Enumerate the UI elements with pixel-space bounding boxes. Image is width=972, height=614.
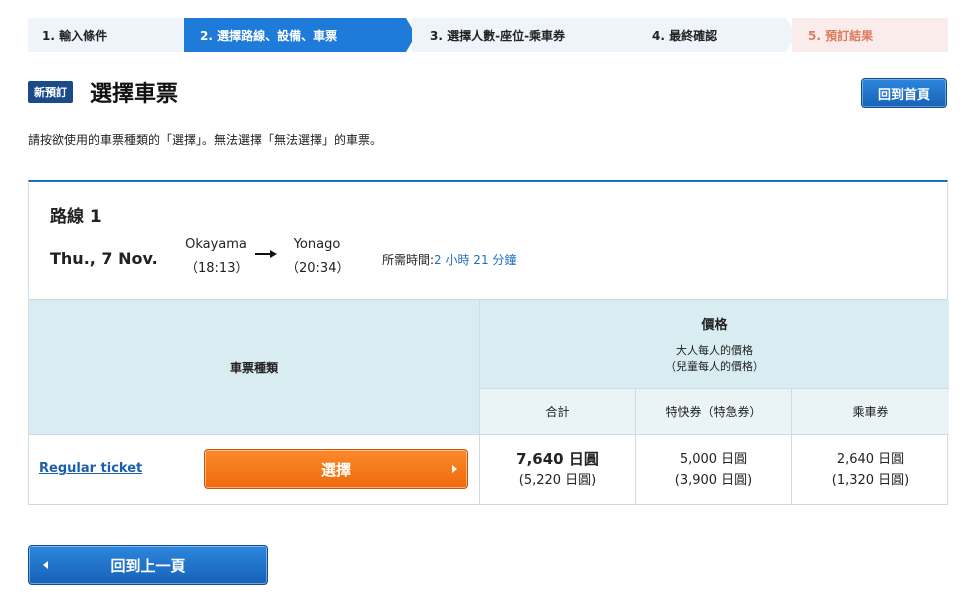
step-label: 5. 預訂結果 [808,28,874,43]
basic-child-price: (1,320 日圓) [831,473,910,488]
ticket-type-header-label: 車票種類 [229,360,278,375]
instruction-text: 請按欲使用的車票種類的「選擇」。無法選擇「無法選擇」的車票。 [28,133,383,147]
express-adult-price: 5,000 日圓 [679,452,748,467]
price-header-label: 價格 [701,317,728,333]
duration-value: 2 小時 21 分鐘 [434,253,517,267]
step-label: 1. 輸入條件 [42,28,108,43]
price-header: 價格 大人每人的價格 （兒童每人的價格） [480,300,949,389]
route-title: 路線 1 [50,207,102,227]
total-price-cell: 7,640 日圓 (5,220 日圓) [480,435,636,505]
step-final-confirm: 4. 最終確認 [636,18,796,52]
basic-adult-price: 2,640 日圓 [836,452,905,467]
step-booking-result: 5. 預訂結果 [792,18,948,52]
route-card: 路線 1 Thu., 7 Nov. Okayama （18:13） Yonago… [28,180,948,300]
step-select-seats: 3. 選擇人數-座位-乘車券 [412,18,648,52]
back-button[interactable]: 回到上一頁 [28,545,268,585]
basic-fare-price-cell: 2,640 日圓 (1,320 日圓) [792,435,949,505]
total-column-label: 合計 [545,405,570,419]
select-ticket-button[interactable]: 選擇 [204,449,468,489]
total-column-header: 合計 [480,389,636,435]
step-select-route: 2. 選擇路線、設備、車票 [184,18,416,52]
step-label: 3. 選擇人數-座位-乘車券 [430,28,566,43]
step-label: 2. 選擇路線、設備、車票 [200,28,338,43]
express-price-cell: 5,000 日圓 (3,900 日圓) [636,435,792,505]
table-row: Regular ticket 選擇 [29,435,480,505]
arrival-station: Yonago （20:34） [286,237,350,276]
duration-label: 所需時間: [382,253,435,267]
total-adult-price: 7,640 日圓 [516,450,599,468]
total-child-price: (5,220 日圓) [518,473,597,488]
triangle-right-icon [452,465,457,473]
progress-steps: 1. 輸入條件 2. 選擇路線、設備、車票 3. 選擇人數-座位-乘車券 4. … [28,18,948,52]
page-title: 選擇車票 [90,82,179,107]
basic-fare-column-label: 乘車券 [852,405,889,419]
departure-station: Okayama （18:13） [185,237,249,276]
home-button[interactable]: 回到首頁 [861,78,947,108]
departure-station-name: Okayama [185,237,247,252]
regular-ticket-link[interactable]: Regular ticket [39,461,142,476]
arrival-station-name: Yonago [293,237,341,252]
travel-duration: 所需時間:2 小時 21 分鐘 [382,251,516,268]
route-date: Thu., 7 Nov. [50,249,158,268]
express-column-header: 特快券（特急券） [636,389,792,435]
price-sub-child: （兒童每人的價格） [665,359,764,373]
ticket-type-header: 車票種類 [29,300,480,435]
basic-fare-column-header: 乘車券 [792,389,949,435]
arrow-right-icon [255,250,277,258]
back-button-label: 回到上一頁 [110,556,186,575]
triangle-left-icon [43,561,48,569]
express-child-price: (3,900 日圓) [674,473,753,488]
select-button-label: 選擇 [320,460,351,479]
fare-table: 車票種類 價格 大人每人的價格 （兒童每人的價格） 合計 特快券（特急券） 乘車… [28,299,949,505]
arrival-time: （20:34） [286,261,350,276]
departure-time: （18:13） [185,261,249,276]
new-booking-badge: 新預訂 [28,81,73,103]
price-sub-adult: 大人每人的價格 [676,343,753,357]
step-label: 4. 最終確認 [652,28,718,43]
step-input-conditions: 1. 輸入條件 [28,18,198,52]
express-column-label: 特快券（特急券） [665,405,762,419]
